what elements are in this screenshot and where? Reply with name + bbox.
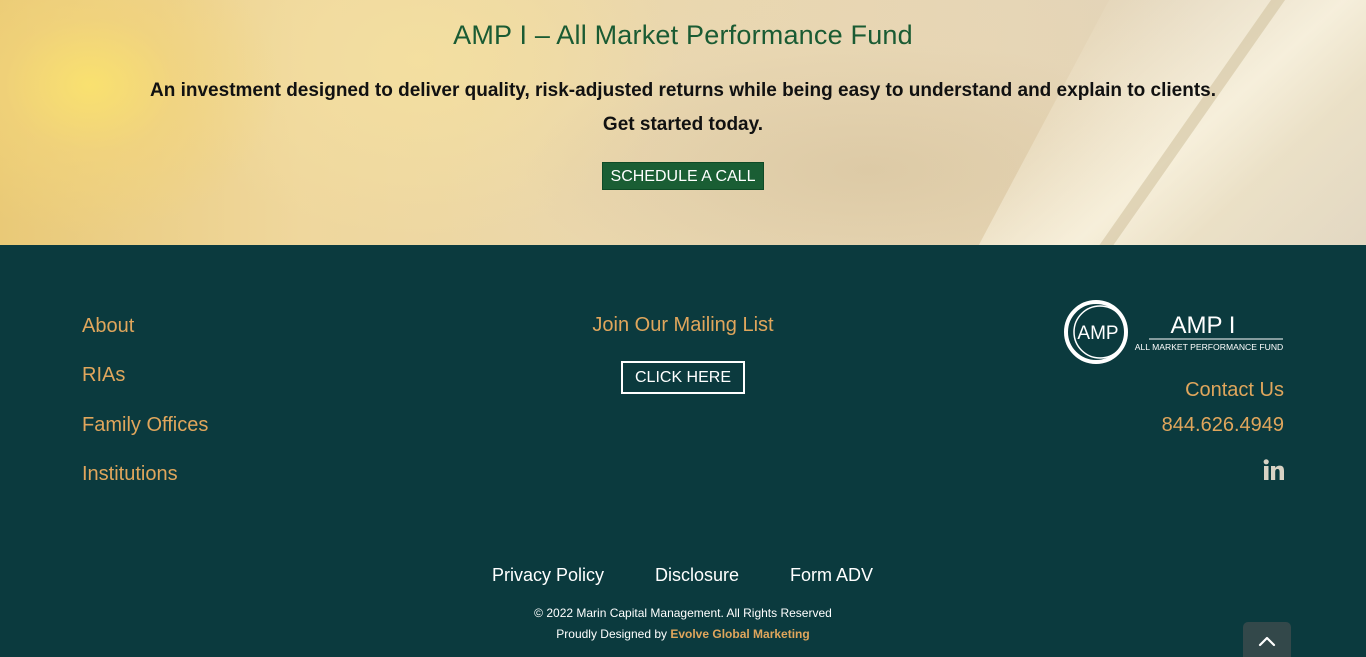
footer-link-rias[interactable]: RIAs	[82, 364, 125, 387]
amp-logo[interactable]: AMP AMP I ALL MARKET PERFORMANCE FUND	[1063, 299, 1285, 365]
privacy-policy-link[interactable]: Privacy Policy	[492, 565, 604, 586]
footer-link-family-offices[interactable]: Family Offices	[82, 414, 208, 437]
chevron-up-icon	[1258, 636, 1276, 647]
logo-tagline: ALL MARKET PERFORMANCE FUND	[1135, 342, 1284, 352]
schedule-call-button[interactable]: SCHEDULE A CALL	[602, 162, 764, 190]
copyright-text: © 2022 Marin Capital Management. All Rig…	[534, 606, 832, 620]
logo-badge-text: AMP	[1077, 323, 1118, 344]
designer-link[interactable]: Evolve Global Marketing	[670, 627, 809, 641]
linkedin-icon[interactable]	[1263, 459, 1285, 481]
hero-subtitle: An investment designed to deliver qualit…	[0, 74, 1366, 142]
form-adv-link[interactable]: Form ADV	[790, 565, 873, 586]
designed-by: Proudly Designed by Evolve Global Market…	[0, 627, 1366, 641]
scroll-to-top-button[interactable]	[1243, 622, 1291, 657]
site-footer: About RIAs Family Offices Institutions J…	[0, 245, 1366, 657]
mailing-list-button[interactable]: CLICK HERE	[621, 361, 745, 394]
hero-banner: AMP I – All Market Performance Fund An i…	[0, 0, 1366, 245]
hero-subtitle-line-1: An investment designed to deliver qualit…	[150, 80, 1216, 101]
contact-us-link[interactable]: Contact Us	[1185, 379, 1284, 402]
hero-subtitle-line-2: Get started today.	[602, 114, 764, 135]
amp-logo-graphic: AMP AMP I ALL MARKET PERFORMANCE FUND	[1064, 300, 1284, 364]
designed-by-prefix: Proudly Designed by	[556, 627, 671, 641]
hero-title: AMP I – All Market Performance Fund	[453, 20, 913, 50]
disclosure-link[interactable]: Disclosure	[655, 565, 739, 586]
phone-link[interactable]: 844.626.4949	[1162, 414, 1284, 437]
logo-name: AMP I	[1171, 312, 1236, 339]
footer-link-institutions[interactable]: Institutions	[82, 463, 178, 486]
